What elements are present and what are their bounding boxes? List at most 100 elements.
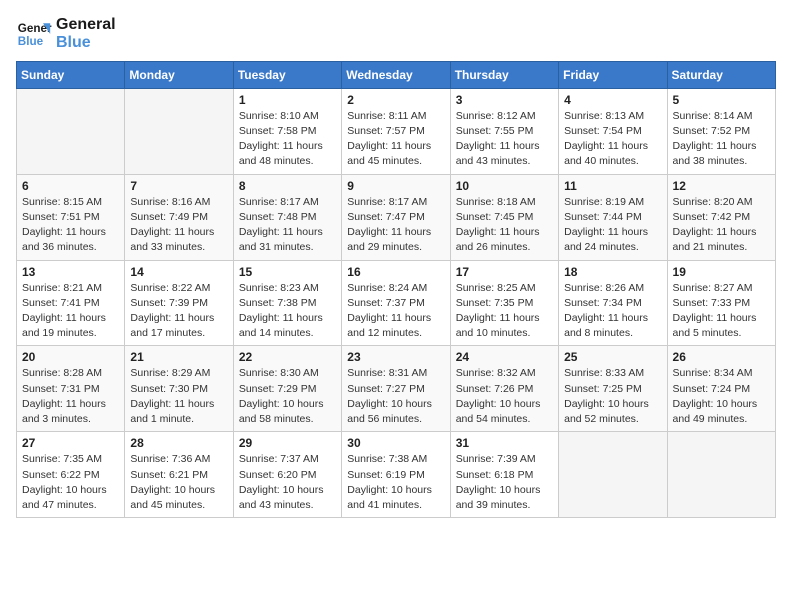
day-info: Sunrise: 8:21 AM Sunset: 7:41 PM Dayligh… bbox=[22, 281, 119, 342]
day-info: Sunrise: 8:31 AM Sunset: 7:27 PM Dayligh… bbox=[347, 366, 444, 427]
day-number: 10 bbox=[456, 179, 553, 193]
calendar-cell bbox=[125, 88, 233, 174]
calendar-cell: 15Sunrise: 8:23 AM Sunset: 7:38 PM Dayli… bbox=[233, 260, 341, 346]
day-number: 4 bbox=[564, 93, 661, 107]
day-info: Sunrise: 8:13 AM Sunset: 7:54 PM Dayligh… bbox=[564, 109, 661, 170]
calendar-cell: 24 Sunrise: 8:32 AM Sunset: 7:26 PM Dayli… bbox=[450, 346, 558, 432]
day-info: Sunrise: 8:12 AM Sunset: 7:55 PM Dayligh… bbox=[456, 109, 553, 170]
day-number: 7 bbox=[130, 179, 227, 193]
calendar-header-monday: Monday bbox=[125, 61, 233, 88]
calendar-cell: 28Sunrise: 7:36 AM Sunset: 6:21 PM Dayli… bbox=[125, 432, 233, 518]
calendar-cell bbox=[559, 432, 667, 518]
day-info: Sunrise: 7:37 AM Sunset: 6:20 PM Dayligh… bbox=[239, 452, 336, 513]
day-info: Sunrise: 7:35 AM Sunset: 6:22 PM Dayligh… bbox=[22, 452, 119, 513]
calendar-cell: 21 Sunrise: 8:29 AM Sunset: 7:30 PM Dayli… bbox=[125, 346, 233, 432]
day-number: 8 bbox=[239, 179, 336, 193]
calendar-header-friday: Friday bbox=[559, 61, 667, 88]
day-number: 2 bbox=[347, 93, 444, 107]
day-info: Sunrise: 8:19 AM Sunset: 7:44 PM Dayligh… bbox=[564, 195, 661, 256]
calendar-cell: 5 Sunrise: 8:14 AM Sunset: 7:52 PM Daylig… bbox=[667, 88, 775, 174]
calendar-cell bbox=[17, 88, 125, 174]
calendar-header-row: SundayMondayTuesdayWednesdayThursdayFrid… bbox=[17, 61, 776, 88]
calendar-cell: 16Sunrise: 8:24 AM Sunset: 7:37 PM Dayli… bbox=[342, 260, 450, 346]
calendar-cell: 1 Sunrise: 8:10 AM Sunset: 7:58 PM Daylig… bbox=[233, 88, 341, 174]
day-info: Sunrise: 8:32 AM Sunset: 7:26 PM Dayligh… bbox=[456, 366, 553, 427]
day-info: Sunrise: 8:16 AM Sunset: 7:49 PM Dayligh… bbox=[130, 195, 227, 256]
day-number: 11 bbox=[564, 179, 661, 193]
calendar-cell: 19 Sunrise: 8:27 AM Sunset: 7:33 PM Dayli… bbox=[667, 260, 775, 346]
day-number: 27 bbox=[22, 436, 119, 450]
day-number: 29 bbox=[239, 436, 336, 450]
day-number: 20 bbox=[22, 350, 119, 364]
calendar-cell: 29 Sunrise: 7:37 AM Sunset: 6:20 PM Dayli… bbox=[233, 432, 341, 518]
calendar-cell bbox=[667, 432, 775, 518]
day-number: 24 bbox=[456, 350, 553, 364]
day-info: Sunrise: 7:38 AM Sunset: 6:19 PM Dayligh… bbox=[347, 452, 444, 513]
calendar-cell: 12Sunrise: 8:20 AM Sunset: 7:42 PM Dayli… bbox=[667, 174, 775, 260]
day-number: 26 bbox=[673, 350, 770, 364]
calendar-header-sunday: Sunday bbox=[17, 61, 125, 88]
calendar-cell: 18 Sunrise: 8:26 AM Sunset: 7:34 PM Dayli… bbox=[559, 260, 667, 346]
day-info: Sunrise: 8:30 AM Sunset: 7:29 PM Dayligh… bbox=[239, 366, 336, 427]
day-number: 23 bbox=[347, 350, 444, 364]
logo-text: General bbox=[56, 16, 116, 34]
calendar-cell: 25Sunrise: 8:33 AM Sunset: 7:25 PM Dayli… bbox=[559, 346, 667, 432]
day-info: Sunrise: 8:18 AM Sunset: 7:45 PM Dayligh… bbox=[456, 195, 553, 256]
calendar-cell: 2 Sunrise: 8:11 AM Sunset: 7:57 PM Daylig… bbox=[342, 88, 450, 174]
calendar-cell: 30 Sunrise: 7:38 AM Sunset: 6:19 PM Dayli… bbox=[342, 432, 450, 518]
calendar-cell: 9Sunrise: 8:17 AM Sunset: 7:47 PM Daylig… bbox=[342, 174, 450, 260]
day-number: 15 bbox=[239, 265, 336, 279]
day-number: 9 bbox=[347, 179, 444, 193]
calendar-cell: 13Sunrise: 8:21 AM Sunset: 7:41 PM Dayli… bbox=[17, 260, 125, 346]
day-number: 17 bbox=[456, 265, 553, 279]
logo-subtext: Blue bbox=[56, 34, 116, 52]
day-number: 6 bbox=[22, 179, 119, 193]
day-info: Sunrise: 8:14 AM Sunset: 7:52 PM Dayligh… bbox=[673, 109, 770, 170]
day-info: Sunrise: 8:26 AM Sunset: 7:34 PM Dayligh… bbox=[564, 281, 661, 342]
calendar-cell: 22 Sunrise: 8:30 AM Sunset: 7:29 PM Dayli… bbox=[233, 346, 341, 432]
day-number: 30 bbox=[347, 436, 444, 450]
calendar-cell: 20 Sunrise: 8:28 AM Sunset: 7:31 PM Dayli… bbox=[17, 346, 125, 432]
logo: General Blue General Blue bbox=[16, 16, 116, 53]
day-number: 19 bbox=[673, 265, 770, 279]
day-info: Sunrise: 8:17 AM Sunset: 7:48 PM Dayligh… bbox=[239, 195, 336, 256]
calendar-cell: 3Sunrise: 8:12 AM Sunset: 7:55 PM Daylig… bbox=[450, 88, 558, 174]
calendar-cell: 6 Sunrise: 8:15 AM Sunset: 7:51 PM Daylig… bbox=[17, 174, 125, 260]
calendar-week-row: 13Sunrise: 8:21 AM Sunset: 7:41 PM Dayli… bbox=[17, 260, 776, 346]
calendar-header-thursday: Thursday bbox=[450, 61, 558, 88]
page-header: General Blue General Blue bbox=[16, 16, 776, 53]
day-info: Sunrise: 7:36 AM Sunset: 6:21 PM Dayligh… bbox=[130, 452, 227, 513]
day-number: 21 bbox=[130, 350, 227, 364]
calendar-week-row: 20 Sunrise: 8:28 AM Sunset: 7:31 PM Dayli… bbox=[17, 346, 776, 432]
day-number: 16 bbox=[347, 265, 444, 279]
day-info: Sunrise: 8:27 AM Sunset: 7:33 PM Dayligh… bbox=[673, 281, 770, 342]
day-info: Sunrise: 8:22 AM Sunset: 7:39 PM Dayligh… bbox=[130, 281, 227, 342]
calendar-header-saturday: Saturday bbox=[667, 61, 775, 88]
calendar-cell: 17Sunrise: 8:25 AM Sunset: 7:35 PM Dayli… bbox=[450, 260, 558, 346]
day-info: Sunrise: 8:29 AM Sunset: 7:30 PM Dayligh… bbox=[130, 366, 227, 427]
calendar-week-row: 27 Sunrise: 7:35 AM Sunset: 6:22 PM Dayli… bbox=[17, 432, 776, 518]
day-info: Sunrise: 8:10 AM Sunset: 7:58 PM Dayligh… bbox=[239, 109, 336, 170]
calendar-cell: 23 Sunrise: 8:31 AM Sunset: 7:27 PM Dayli… bbox=[342, 346, 450, 432]
calendar-header-tuesday: Tuesday bbox=[233, 61, 341, 88]
day-number: 18 bbox=[564, 265, 661, 279]
calendar-week-row: 6 Sunrise: 8:15 AM Sunset: 7:51 PM Daylig… bbox=[17, 174, 776, 260]
day-number: 31 bbox=[456, 436, 553, 450]
logo-icon: General Blue bbox=[16, 16, 52, 52]
calendar-cell: 10 Sunrise: 8:18 AM Sunset: 7:45 PM Dayli… bbox=[450, 174, 558, 260]
day-number: 1 bbox=[239, 93, 336, 107]
day-number: 12 bbox=[673, 179, 770, 193]
calendar-header-wednesday: Wednesday bbox=[342, 61, 450, 88]
calendar-cell: 27 Sunrise: 7:35 AM Sunset: 6:22 PM Dayli… bbox=[17, 432, 125, 518]
svg-text:Blue: Blue bbox=[18, 35, 44, 48]
day-info: Sunrise: 8:15 AM Sunset: 7:51 PM Dayligh… bbox=[22, 195, 119, 256]
day-number: 22 bbox=[239, 350, 336, 364]
day-info: Sunrise: 8:11 AM Sunset: 7:57 PM Dayligh… bbox=[347, 109, 444, 170]
calendar-cell: 8 Sunrise: 8:17 AM Sunset: 7:48 PM Daylig… bbox=[233, 174, 341, 260]
day-info: Sunrise: 8:28 AM Sunset: 7:31 PM Dayligh… bbox=[22, 366, 119, 427]
day-info: Sunrise: 7:39 AM Sunset: 6:18 PM Dayligh… bbox=[456, 452, 553, 513]
day-number: 5 bbox=[673, 93, 770, 107]
day-number: 14 bbox=[130, 265, 227, 279]
calendar-table: SundayMondayTuesdayWednesdayThursdayFrid… bbox=[16, 61, 776, 518]
day-number: 25 bbox=[564, 350, 661, 364]
